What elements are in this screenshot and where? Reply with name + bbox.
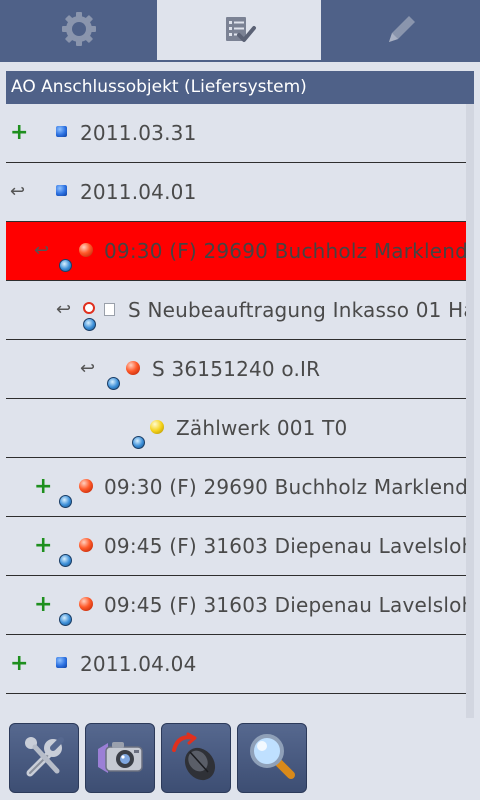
globe-icon (59, 495, 72, 508)
tree-row[interactable]: + 2011.03.31 (6, 104, 474, 163)
mouse-icon (168, 728, 224, 788)
expand-icon[interactable]: + (10, 122, 28, 144)
document-icon (104, 303, 115, 316)
scrollbar[interactable] (466, 104, 474, 718)
tab-bar (0, 0, 480, 62)
pencil-icon (381, 9, 421, 53)
undo-icon[interactable]: ↩ (10, 183, 25, 201)
magnifier-icon (245, 729, 299, 787)
tree-row[interactable]: + 09:45 (F) 31603 Diepenau Lavelsloh Mo (6, 517, 474, 576)
tab-edit[interactable] (321, 0, 480, 62)
red-status-icon (79, 479, 93, 493)
tree-row-label: Zählwerk 001 T0 (176, 416, 348, 440)
tree-row[interactable]: + 2011.04.04 (6, 635, 474, 694)
expand-icon[interactable]: + (34, 594, 52, 616)
checklist-icon (219, 9, 259, 53)
red-status-icon (79, 243, 93, 257)
tree-row-label: 2011.03.31 (80, 121, 197, 145)
undo-icon[interactable]: ↩ (56, 301, 71, 319)
globe-icon (132, 436, 145, 449)
tree-row[interactable]: + 09:45 (F) 31603 Diepenau Lavelsloh Mo (6, 576, 474, 635)
camera-icon (92, 729, 148, 787)
tab-divider (0, 60, 480, 62)
tree-row[interactable]: ↩ S 36151240 o.IR (6, 340, 474, 399)
wrench-icon (17, 729, 71, 787)
settings-tool-button[interactable] (9, 723, 79, 793)
tree-row[interactable]: ↩ S Neubeauftragung Inkasso 01 Hajen (6, 281, 474, 340)
blue-square-icon (56, 185, 67, 196)
globe-icon (59, 613, 72, 626)
tree-row[interactable]: Zählwerk 001 T0 (6, 399, 474, 458)
blue-square-icon (56, 126, 67, 137)
globe-icon (59, 554, 72, 567)
blue-square-icon (56, 657, 67, 668)
tree-row-label: S Neubeauftragung Inkasso 01 Hajen (128, 298, 474, 322)
mouse-action-button[interactable] (161, 723, 231, 793)
bottom-toolbar (0, 718, 480, 800)
tree-row-label: 09:45 (F) 31603 Diepenau Lavelsloh Mo (104, 534, 474, 558)
red-status-icon (79, 597, 93, 611)
tree-row[interactable]: ↩ 2011.04.01 (6, 163, 474, 222)
yellow-status-icon (150, 420, 164, 434)
tree-row-label: 09:30 (F) 29690 Buchholz Marklendorf (104, 239, 474, 263)
tree-row[interactable]: + 09:30 (F) 29690 Buchholz Marklendorf (6, 458, 474, 517)
gear-icon (59, 9, 99, 53)
tab-checklist[interactable] (157, 0, 321, 62)
expand-icon[interactable]: + (34, 476, 52, 498)
section-title: AO Anschlussobjekt (Liefersystem) (6, 71, 474, 104)
tree-row-label: 2011.04.01 (80, 180, 197, 204)
tree-row-label: 2011.04.04 (80, 652, 197, 676)
alarm-clock-icon (83, 302, 95, 314)
red-status-icon (79, 538, 93, 552)
tree-row-label: 09:45 (F) 31603 Diepenau Lavelsloh Mo (104, 593, 474, 617)
expand-icon[interactable]: + (34, 535, 52, 557)
search-button[interactable] (237, 723, 307, 793)
undo-icon[interactable]: ↩ (80, 360, 95, 378)
red-status-icon (126, 361, 140, 375)
tree-row-selected[interactable]: ↩ 09:30 (F) 29690 Buchholz Marklendorf (6, 222, 474, 281)
expand-icon[interactable]: + (10, 653, 28, 675)
camera-button[interactable] (85, 723, 155, 793)
undo-icon[interactable]: ↩ (34, 242, 49, 260)
tab-settings[interactable] (0, 0, 157, 62)
tree-row-label: 09:30 (F) 29690 Buchholz Marklendorf (104, 475, 474, 499)
globe-icon (107, 377, 120, 390)
tree-row-label: S 36151240 o.IR (152, 357, 321, 381)
globe-icon (59, 259, 72, 272)
globe-icon (83, 318, 96, 331)
tree-list[interactable]: + 2011.03.31 ↩ 2011.04.01 ↩ 09:30 (F) 29… (6, 104, 474, 718)
